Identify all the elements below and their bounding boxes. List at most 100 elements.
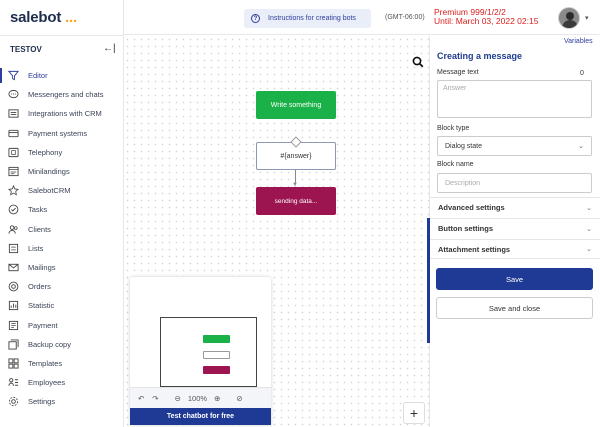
logo-dots: ... xyxy=(65,9,77,26)
sidebar-item-label: Mailings xyxy=(28,262,56,272)
sidebar-item-minilandings[interactable]: Minilandings xyxy=(0,162,123,181)
sidebar-item-statistic[interactable]: Statistic xyxy=(0,296,123,315)
avatar-head xyxy=(566,12,574,20)
message-text-input[interactable]: Answer xyxy=(437,80,592,118)
sidebar-item-integrations[interactable]: Integrations with CRM xyxy=(0,104,123,123)
block-type-value: Dialog state xyxy=(445,142,482,150)
save-and-close-button[interactable]: Save and close xyxy=(436,297,593,319)
undo-icon[interactable]: ↶ xyxy=(138,394,144,403)
card-icon xyxy=(8,129,19,137)
search-icon[interactable] xyxy=(412,56,424,68)
block-name-label: Block name xyxy=(437,161,474,168)
sidebar-item-editor[interactable]: Editor xyxy=(0,66,123,85)
accordion-label: Attachment settings xyxy=(438,244,511,254)
chart-icon xyxy=(8,301,19,311)
test-chatbot-button[interactable]: Test chatbot for free xyxy=(130,408,271,425)
message-text-label: Message text xyxy=(437,69,479,76)
sidebar-item-messengers[interactable]: Messengers and chats xyxy=(0,85,123,104)
start-block[interactable]: Write something xyxy=(256,91,336,119)
top-bar: ? Instructions for creating bots (GMT-06… xyxy=(124,0,600,35)
phone-icon xyxy=(8,147,19,157)
sidebar-item-label: Lists xyxy=(28,243,44,253)
sidebar-item-label: Templates xyxy=(28,358,63,368)
employees-icon xyxy=(8,378,19,386)
block-type-label: Block type xyxy=(437,125,470,132)
sidebar-item-clients[interactable]: Clients xyxy=(0,220,123,239)
sidebar-item-mailings[interactable]: Mailings xyxy=(0,258,123,277)
collapse-sidebar-icon[interactable]: ←| xyxy=(103,43,116,54)
templates-icon xyxy=(8,358,19,369)
sidebar-item-backup[interactable]: Backup copy xyxy=(0,335,123,354)
users-icon xyxy=(8,224,18,234)
minimap[interactable]: ↶ ↷ ⊖ 100% ⊕ ⊘ Test chatbot for free xyxy=(130,277,271,425)
zoom-in-icon[interactable]: ⊕ xyxy=(214,394,220,403)
sidebar-item-label: Employees xyxy=(28,378,66,388)
sidebar-item-lists[interactable]: Lists xyxy=(0,239,123,258)
premium-until: Until: March 03, 2022 02:15 xyxy=(434,16,539,26)
add-block-button[interactable]: + xyxy=(403,402,425,424)
sidebar-item-payment-systems[interactable]: Payment systems xyxy=(0,124,123,143)
accordion-label: Advanced settings xyxy=(438,203,505,212)
sidebar-item-orders[interactable]: Orders xyxy=(0,277,123,296)
button-settings-accordion[interactable]: Button settings ⌄ xyxy=(430,218,600,238)
sidebar-item-label: Tasks xyxy=(28,205,48,215)
redo-icon[interactable]: ↷ xyxy=(152,394,158,403)
integration-icon xyxy=(8,109,19,119)
block-name-input[interactable]: Description xyxy=(437,173,592,193)
minimap-message-block xyxy=(203,351,230,359)
advanced-settings-accordion[interactable]: Advanced settings ⌄ xyxy=(430,197,600,217)
sidebar-item-label: Clients xyxy=(28,224,51,234)
avatar-body xyxy=(562,20,578,28)
message-char-counter: 0 xyxy=(580,70,584,77)
sidebar-nav: Editor Messengers and chats Integrations… xyxy=(0,66,123,411)
gear-icon xyxy=(8,397,19,407)
sidebar-item-label: Payment systems xyxy=(28,128,88,138)
hide-minimap-icon[interactable]: ⊘ xyxy=(236,394,242,403)
chevron-down-icon: ⌄ xyxy=(578,143,584,150)
sidebar-item-label: Editor xyxy=(28,71,48,81)
sidebar-item-tasks[interactable]: Tasks xyxy=(0,200,123,219)
check-circle-icon xyxy=(8,205,19,215)
sidebar-item-label: Backup copy xyxy=(28,339,71,349)
sidebar-item-label: SalebotCRM xyxy=(28,186,71,196)
instructions-label: Instructions for creating bots xyxy=(268,15,356,22)
minimap-controls: ↶ ↷ ⊖ 100% ⊕ ⊘ xyxy=(130,387,271,408)
accordion-label: Button settings xyxy=(438,224,493,233)
avatar[interactable] xyxy=(558,7,580,29)
sidebar-item-label: Statistic xyxy=(28,301,55,311)
save-button[interactable]: Save xyxy=(436,268,593,290)
panel-title: Creating a message xyxy=(437,51,523,61)
sidebar-item-label: Minilandings xyxy=(28,167,70,177)
sidebar-item-salebotcrm[interactable]: SalebotCRM xyxy=(0,181,123,200)
sidebar-item-label: Settings xyxy=(28,397,56,407)
attachment-settings-accordion[interactable]: Attachment settings ⌄ xyxy=(430,239,600,259)
sidebar-divider xyxy=(0,35,124,36)
chat-icon xyxy=(8,90,19,99)
sidebar-item-payment[interactable]: Payment xyxy=(0,315,123,334)
chevron-down-icon: ⌄ xyxy=(586,246,592,253)
filter-icon xyxy=(8,71,19,81)
minimap-end-block xyxy=(203,366,230,374)
zoom-level: 100% xyxy=(187,393,208,403)
logo-text: salebot xyxy=(10,9,62,26)
list-icon xyxy=(8,243,19,253)
sidebar-item-telephony[interactable]: Telephony xyxy=(0,143,123,162)
plus-icon: + xyxy=(409,405,419,421)
chevron-down-icon: ⌄ xyxy=(586,204,592,212)
sidebar: salebot ... TESTOV ←| Editor Messengers … xyxy=(0,0,124,427)
block-type-select[interactable]: Dialog state ⌄ xyxy=(437,136,592,156)
premium-status: Premium 999/1/2/2 Until: March 03, 2022 … xyxy=(434,8,538,26)
chevron-down-icon[interactable]: ▾ xyxy=(585,14,589,22)
sidebar-item-templates[interactable]: Templates xyxy=(0,354,123,373)
variables-link[interactable]: Variables xyxy=(564,38,593,45)
sidebar-item-employees[interactable]: Employees xyxy=(0,373,123,392)
sidebar-item-settings[interactable]: Settings xyxy=(0,392,123,411)
timezone-label: (GMT-06:00) xyxy=(385,14,425,21)
orders-icon xyxy=(8,281,19,292)
backup-icon xyxy=(8,339,19,350)
zoom-out-icon[interactable]: ⊖ xyxy=(175,394,181,403)
salebot-logo[interactable]: salebot ... xyxy=(10,9,77,26)
instructions-button[interactable]: ? Instructions for creating bots xyxy=(244,9,371,28)
end-block[interactable]: sending data... xyxy=(256,187,336,215)
wallet-icon xyxy=(8,320,19,330)
